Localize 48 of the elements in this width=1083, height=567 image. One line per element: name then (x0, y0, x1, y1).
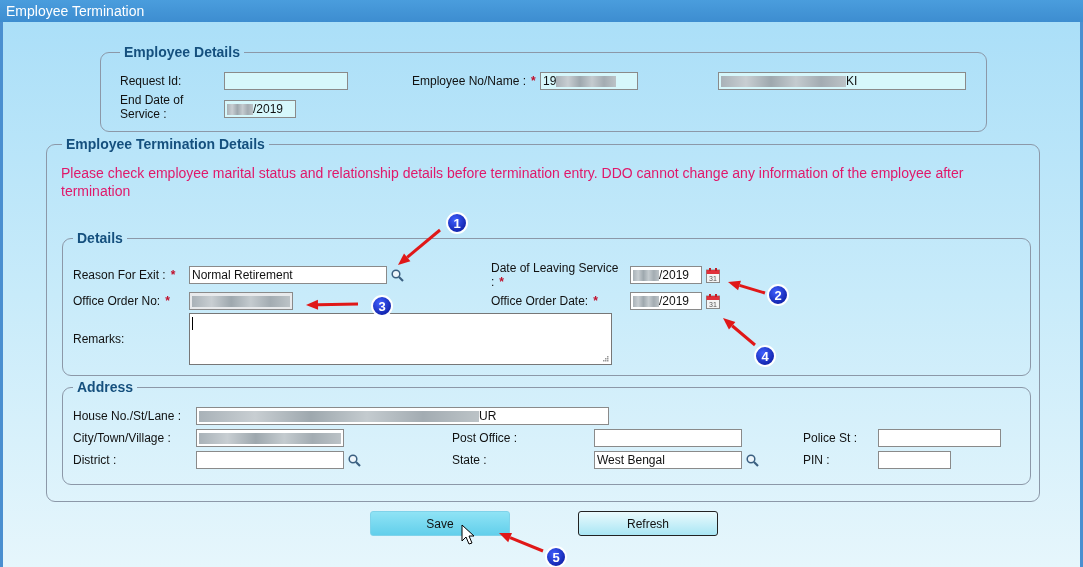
warning-message: Please check employee marital status and relationship details before termination entry. DDO cannot change any information of the employee after termination (61, 164, 965, 200)
remarks-textarea[interactable] (189, 313, 612, 365)
field-label: State : (452, 453, 487, 467)
field-label: Office Order No: * (73, 294, 170, 308)
field-label: District : (73, 453, 117, 467)
field-label: Employee No/Name : * (412, 74, 536, 88)
annotation-arrow (499, 532, 544, 553)
input-field[interactable] (224, 72, 348, 90)
search-icon[interactable] (348, 453, 361, 467)
resize-grip-icon[interactable] (602, 355, 609, 362)
input-field[interactable] (878, 451, 951, 469)
group-title: Address (76, 379, 135, 395)
field-label: Office Order Date: * (491, 294, 598, 308)
field-label: City/Town/Village : (73, 431, 171, 445)
field-label: Date of Leaving Service : * (491, 261, 620, 289)
input-field[interactable] (196, 451, 344, 469)
input-field[interactable] (878, 429, 1001, 447)
field-label: Reason For Exit : * (73, 268, 176, 282)
input-field[interactable]: UR (196, 407, 609, 425)
group-title: Details (76, 230, 124, 246)
field-label: PIN : (803, 453, 830, 467)
annotation-arrow (398, 228, 441, 265)
field-label: Request Id: (120, 74, 182, 88)
input-field[interactable]: West Bengal (594, 451, 742, 469)
input-field[interactable]: KI (718, 72, 966, 90)
mouse-cursor-icon (461, 524, 475, 545)
search-icon[interactable] (746, 453, 759, 467)
group-title: Employee Details (123, 44, 241, 60)
input-field[interactable]: /2019 (630, 292, 702, 310)
field-label: Post Office : (452, 431, 518, 445)
input-field[interactable]: /2019 (224, 100, 296, 118)
group-title: Employee Termination Details (65, 136, 266, 152)
field-label: Remarks: (73, 332, 125, 346)
window-title: Employee Termination (0, 0, 1083, 22)
number-badge: 5 (545, 546, 567, 567)
field-label: End Date of Service : (120, 93, 185, 121)
annotation-arrow (723, 318, 756, 347)
input-field[interactable]: Normal Retirement (189, 266, 387, 284)
annotation-arrow (306, 299, 359, 310)
input-field[interactable] (594, 429, 742, 447)
save-button[interactable]: Save (370, 511, 510, 536)
search-icon[interactable] (391, 268, 404, 282)
field-label: Police St : (803, 431, 858, 445)
field-label: House No./St/Lane : (73, 409, 182, 423)
refresh-button[interactable]: Refresh (578, 511, 718, 536)
input-field[interactable]: /2019 (630, 266, 702, 284)
annotation-arrow (728, 280, 766, 295)
input-field[interactable]: 19 (540, 72, 638, 90)
